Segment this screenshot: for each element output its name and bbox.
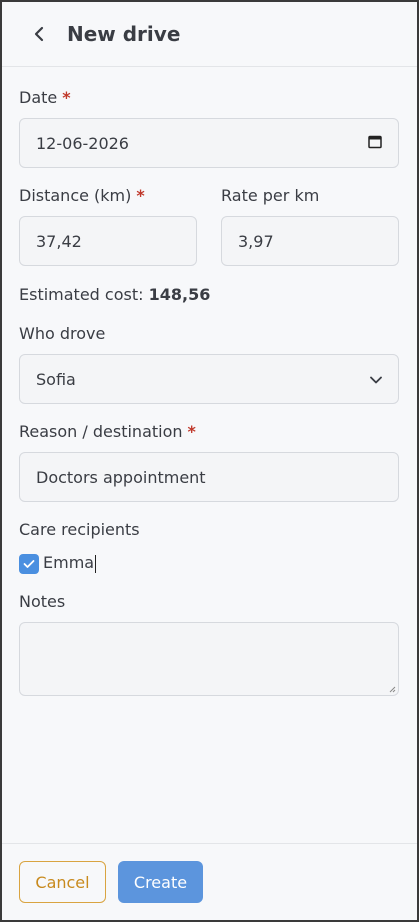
date-input[interactable]: 12-06-2026 (19, 118, 399, 168)
who-drove-select[interactable]: Sofia (19, 354, 399, 404)
estimated-cost-label: Estimated cost: (19, 285, 144, 304)
distance-label: Distance (km) * (19, 186, 145, 205)
text-cursor (95, 554, 97, 573)
required-marker: * (187, 422, 196, 441)
notes-textarea[interactable] (19, 622, 399, 696)
notes-label: Notes (19, 592, 66, 611)
distance-label-text: Distance (km) (19, 186, 132, 205)
reason-label: Reason / destination * (19, 422, 196, 441)
distance-input[interactable]: 37,42 (19, 216, 197, 266)
date-value: 12-06-2026 (36, 133, 129, 153)
back-button[interactable] (28, 22, 52, 46)
required-marker: * (136, 186, 145, 205)
reason-label-text: Reason / destination (19, 422, 183, 441)
estimated-cost-value: 148,56 (148, 285, 211, 304)
who-drove-label: Who drove (19, 324, 106, 343)
create-button[interactable]: Create (118, 861, 203, 903)
new-drive-window: New drive Date * 12-06-2026 Distance (km)… (2, 2, 417, 920)
reason-input[interactable]: Doctors appointment (19, 452, 399, 502)
care-recipient-name: Emma (43, 553, 95, 572)
rate-value: 3,97 (238, 231, 274, 251)
distance-value: 37,42 (36, 231, 82, 251)
rate-label: Rate per km (221, 186, 320, 205)
date-label-text: Date (19, 88, 58, 107)
chevron-down-icon (370, 370, 382, 389)
page-title: New drive (67, 22, 181, 46)
header: New drive (2, 2, 417, 67)
reason-value: Doctors appointment (36, 467, 206, 487)
date-label: Date * (19, 88, 71, 107)
resize-handle-icon[interactable] (388, 685, 396, 693)
care-recipient-checkbox[interactable] (19, 554, 39, 574)
check-icon (23, 560, 35, 568)
chevron-left-icon (34, 26, 44, 42)
care-recipients-label: Care recipients (19, 520, 140, 539)
who-drove-value: Sofia (36, 369, 76, 389)
calendar-icon[interactable] (368, 134, 382, 153)
care-recipient-label[interactable]: Emma (43, 553, 97, 573)
cancel-button[interactable]: Cancel (19, 861, 106, 903)
footer: Cancel Create (2, 843, 417, 920)
rate-input[interactable]: 3,97 (221, 216, 399, 266)
estimated-cost: Estimated cost: 148,56 (19, 285, 210, 304)
required-marker: * (62, 88, 71, 107)
